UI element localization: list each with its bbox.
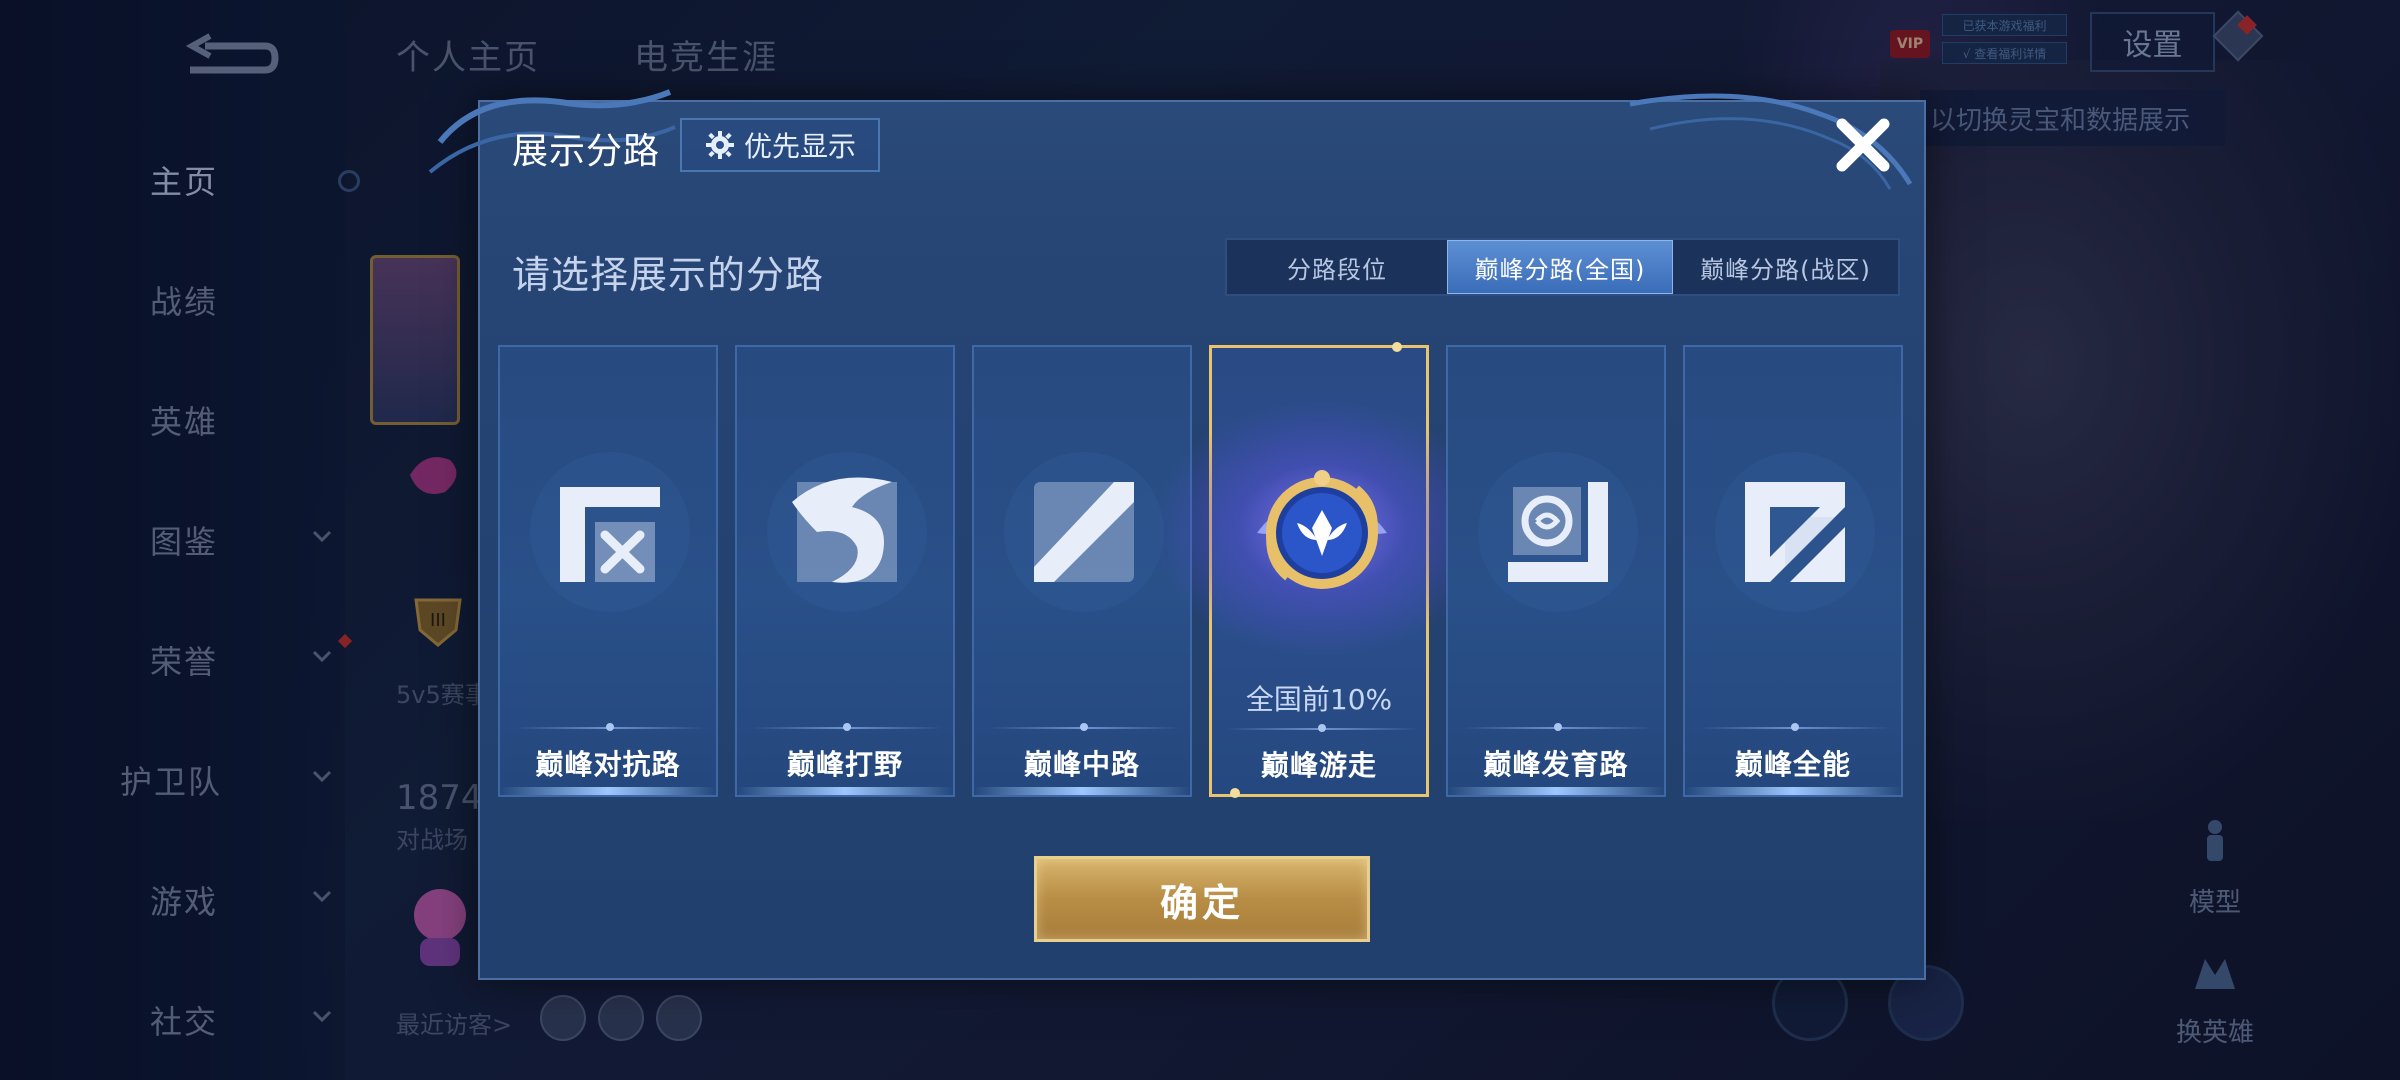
close-button[interactable] <box>1832 114 1894 176</box>
confirm-label: 确定 <box>1159 880 1244 925</box>
card-glow <box>500 787 716 795</box>
corner-dot <box>1230 788 1240 798</box>
lane-source-segmented-control: 分路段位 巅峰分路(全国) 巅峰分路(战区) <box>1225 238 1900 296</box>
lane-card-label: 巅峰中路 <box>1023 748 1140 781</box>
lane-card-clash[interactable]: 巅峰对抗路 <box>498 345 718 797</box>
mid-lane-icon <box>999 447 1169 617</box>
priority-display-button[interactable]: 优先显示 <box>680 118 880 172</box>
jungle-dragon-icon <box>762 447 932 617</box>
roam-winged-emblem-icon <box>1237 448 1407 618</box>
divider-dot <box>843 723 851 731</box>
lane-display-dialog: 展示分路 优先显示 请选择展示的分路 分路段位 巅峰分路(全国) 巅峰分路(战区… <box>428 89 1926 980</box>
divider-dot <box>1080 723 1088 731</box>
confirm-button[interactable]: 确定 <box>1034 856 1370 942</box>
gear-icon <box>705 131 734 159</box>
farm-lane-icon <box>1473 447 1643 617</box>
lane-card-label: 巅峰全能 <box>1734 748 1851 781</box>
lane-card-label: 巅峰游走 <box>1260 749 1377 782</box>
lane-card-jungle[interactable]: 巅峰打野 <box>735 345 955 797</box>
card-glow <box>974 787 1190 795</box>
close-icon <box>1836 118 1890 172</box>
dialog-title: 展示分路 <box>512 131 661 172</box>
divider-dot <box>1318 724 1326 732</box>
tab-peak-lane-region[interactable]: 巅峰分路(战区) <box>1673 240 1898 294</box>
priority-display-label: 优先显示 <box>743 130 856 163</box>
lane-card-farm[interactable]: 巅峰发育路 <box>1446 345 1666 797</box>
card-glow <box>1685 787 1901 795</box>
lane-card-label: 巅峰打野 <box>786 748 903 781</box>
tab-peak-lane-national[interactable]: 巅峰分路(全国) <box>1447 240 1673 294</box>
dialog-subtitle: 请选择展示的分路 <box>512 253 825 297</box>
divider-dot <box>606 723 614 731</box>
corner-dot <box>1392 342 1402 352</box>
lane-card-all-round[interactable]: 巅峰全能 <box>1683 345 1903 797</box>
lane-card-list: 巅峰对抗路 巅峰打野 巅峰中路 全国前10% 巅峰游走 巅峰发育路 巅峰全能 <box>498 342 1903 798</box>
divider-dot <box>1791 723 1799 731</box>
card-glow <box>1448 787 1664 795</box>
lane-card-roam[interactable]: 全国前10% 巅峰游走 <box>1152 342 1492 798</box>
rank-percentile-text: 全国前10% <box>1245 683 1393 716</box>
clash-lane-icon <box>525 447 695 617</box>
lane-card-label: 巅峰对抗路 <box>535 748 681 781</box>
lane-card-label: 巅峰发育路 <box>1483 748 1629 781</box>
card-glow <box>737 787 953 795</box>
tab-lane-rank[interactable]: 分路段位 <box>1227 240 1447 294</box>
all-round-icon <box>1710 447 1880 617</box>
divider-dot <box>1554 723 1562 731</box>
